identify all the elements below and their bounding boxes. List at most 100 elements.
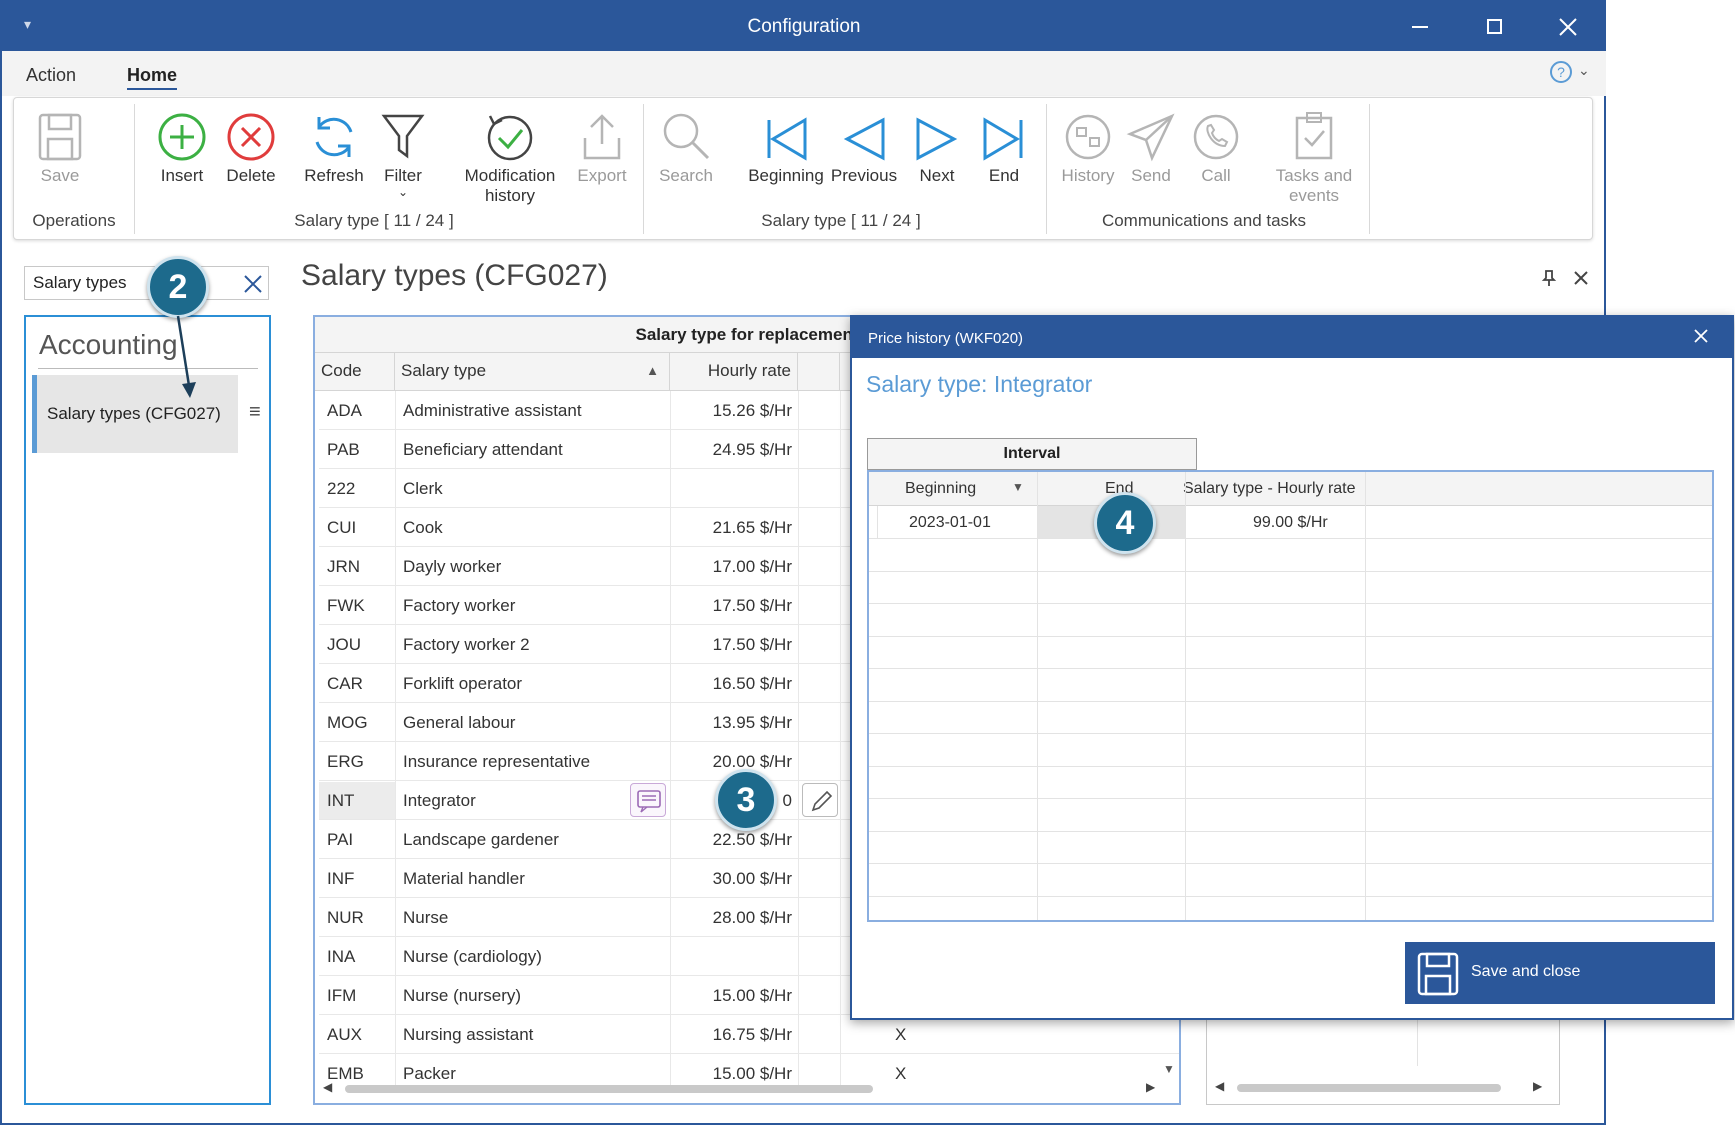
hourly-rate-cell[interactable]: 30.00 $/Hr: [670, 869, 792, 889]
hourly-rate-cell[interactable]: 13.95 $/Hr: [670, 713, 792, 733]
salary-type-cell[interactable]: Nursing assistant: [403, 1025, 533, 1045]
group-operations: Operations: [32, 211, 116, 230]
code-cell[interactable]: ERG: [327, 752, 364, 772]
export-button[interactable]: Export: [572, 106, 632, 186]
hourly-rate-cell[interactable]: 22.50 $/Hr: [670, 830, 792, 850]
salary-type-cell[interactable]: Dayly worker: [403, 557, 501, 577]
salary-type-cell[interactable]: Cook: [403, 518, 443, 538]
menu-icon[interactable]: ≡: [249, 401, 261, 424]
table-row[interactable]: AUX Nursing assistant 16.75 $/Hr X: [315, 1015, 1179, 1054]
delete-button[interactable]: Delete: [216, 106, 286, 186]
salary-type-cell[interactable]: Clerk: [403, 479, 443, 499]
sort-asc-icon: ▲: [646, 363, 659, 378]
callout-4: 4: [1094, 492, 1156, 554]
salary-type-cell[interactable]: Insurance representative: [403, 752, 590, 772]
refresh-button[interactable]: Refresh: [296, 106, 372, 186]
code-cell[interactable]: FWK: [327, 596, 365, 616]
col-beginning-header[interactable]: Beginning: [905, 480, 976, 498]
code-cell[interactable]: AUX: [327, 1025, 362, 1045]
col-hourly-rate-header[interactable]: Hourly rate: [670, 353, 798, 391]
scroll-left-icon: ◀: [323, 1080, 333, 1094]
code-cell[interactable]: IFM: [327, 986, 356, 1006]
svg-text:?: ?: [1557, 64, 1565, 80]
salary-type-cell[interactable]: Forklift operator: [403, 674, 522, 694]
dialog-close-icon[interactable]: [1694, 329, 1708, 343]
insert-button[interactable]: Insert: [147, 106, 217, 186]
flag-cell[interactable]: X: [895, 1025, 906, 1045]
hourly-rate-cell[interactable]: 28.00 $/Hr: [670, 908, 792, 928]
history-button[interactable]: History: [1055, 106, 1121, 186]
salary-type-cell[interactable]: Landscape gardener: [403, 830, 559, 850]
save-icon: [38, 113, 82, 161]
hourly-rate-cell[interactable]: 15.26 $/Hr: [670, 401, 792, 421]
code-cell[interactable]: MOG: [327, 713, 368, 733]
code-cell[interactable]: NUR: [327, 908, 364, 928]
beginning-cell[interactable]: 2023-01-01: [909, 514, 991, 532]
hourly-rate-cell[interactable]: 21.65 $/Hr: [670, 518, 792, 538]
menu-action[interactable]: Action: [26, 65, 76, 86]
salary-type-cell[interactable]: Beneficiary attendant: [403, 440, 563, 460]
comment-icon[interactable]: [630, 783, 666, 817]
code-cell[interactable]: 222: [327, 479, 355, 499]
help-icon[interactable]: ?: [1549, 60, 1573, 84]
end-button[interactable]: End: [974, 106, 1034, 186]
save-and-close-button[interactable]: Save and close: [1405, 942, 1715, 1004]
maximize-button[interactable]: [1457, 2, 1531, 51]
salary-type-cell[interactable]: General labour: [403, 713, 515, 733]
salary-type-cell[interactable]: Factory worker 2: [403, 635, 530, 655]
salary-type-cell[interactable]: Material handler: [403, 869, 525, 889]
secondary-horizontal-scrollbar[interactable]: ◀ ▶: [1213, 1076, 1553, 1100]
call-button[interactable]: Call: [1189, 106, 1243, 186]
col-salary-type-header[interactable]: Salary type ▲: [395, 353, 670, 391]
hourly-rate-cell[interactable]: 17.50 $/Hr: [670, 635, 792, 655]
code-cell[interactable]: INT: [327, 791, 354, 811]
salary-type-cell[interactable]: Integrator: [403, 791, 476, 811]
minimize-button[interactable]: [1383, 2, 1457, 51]
col-code-header[interactable]: Code: [315, 353, 395, 391]
code-cell[interactable]: CUI: [327, 518, 356, 538]
chevron-down-icon[interactable]: ⌄: [1578, 62, 1590, 79]
hourly-rate-cell[interactable]: 15.00 $/Hr: [670, 986, 792, 1006]
edit-pencil-icon[interactable]: [802, 783, 838, 817]
next-button[interactable]: Next: [907, 106, 967, 186]
pin-icon[interactable]: [1541, 269, 1557, 287]
nav-search-input[interactable]: Salary types: [33, 273, 127, 293]
modification-history-button[interactable]: Modification history: [446, 106, 574, 206]
code-cell[interactable]: JRN: [327, 557, 360, 577]
salary-type-cell[interactable]: Administrative assistant: [403, 401, 582, 421]
rate-cell[interactable]: 99.00 $/Hr: [1253, 514, 1328, 532]
tasks-events-button[interactable]: Tasks and events: [1266, 106, 1362, 206]
col-empty-header[interactable]: [798, 353, 840, 391]
close-panel-icon[interactable]: [1574, 271, 1588, 285]
hourly-rate-cell[interactable]: 24.95 $/Hr: [670, 440, 792, 460]
code-cell[interactable]: INA: [327, 947, 355, 967]
code-cell[interactable]: PAI: [327, 830, 353, 850]
nav-item-salary-types[interactable]: Salary types (CFG027): [32, 375, 238, 453]
close-button[interactable]: [1531, 2, 1605, 51]
scroll-down-icon[interactable]: ▼: [1163, 1062, 1175, 1076]
salary-type-cell[interactable]: Nurse: [403, 908, 448, 928]
hourly-rate-cell[interactable]: 16.75 $/Hr: [670, 1025, 792, 1045]
code-cell[interactable]: PAB: [327, 440, 360, 460]
hourly-rate-cell[interactable]: 17.50 $/Hr: [670, 596, 792, 616]
clear-icon[interactable]: [244, 275, 262, 293]
hourly-rate-cell[interactable]: 17.00 $/Hr: [670, 557, 792, 577]
filter-button[interactable]: Filter ⌄: [374, 106, 432, 198]
salary-type-cell[interactable]: Factory worker: [403, 596, 515, 616]
save-button[interactable]: Save: [34, 106, 86, 186]
code-cell[interactable]: CAR: [327, 674, 363, 694]
menu-home[interactable]: Home: [127, 65, 178, 90]
previous-button[interactable]: Previous: [819, 106, 909, 186]
send-button[interactable]: Send: [1124, 106, 1178, 186]
horizontal-scrollbar[interactable]: ◀ ▶: [321, 1077, 1165, 1101]
col-rate-header[interactable]: Salary type - Hourly rate: [1183, 480, 1356, 498]
hourly-rate-cell[interactable]: 16.50 $/Hr: [670, 674, 792, 694]
hourly-rate-cell[interactable]: 20.00 $/Hr: [670, 752, 792, 772]
sort-desc-icon[interactable]: ▼: [1012, 480, 1024, 494]
code-cell[interactable]: INF: [327, 869, 354, 889]
salary-type-cell[interactable]: Nurse (cardiology): [403, 947, 542, 967]
salary-type-cell[interactable]: Nurse (nursery): [403, 986, 521, 1006]
code-cell[interactable]: ADA: [327, 401, 362, 421]
code-cell[interactable]: JOU: [327, 635, 361, 655]
search-button[interactable]: Search: [651, 106, 721, 186]
